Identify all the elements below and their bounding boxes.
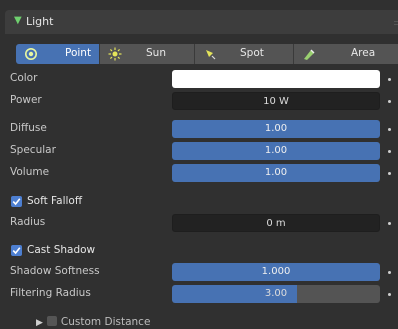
tab-point-label: Point bbox=[65, 47, 92, 59]
panel-header[interactable]: ▼ Light bbox=[5, 10, 398, 34]
panel-title: Light bbox=[26, 15, 54, 28]
custom-distance-subpanel[interactable]: ▶ Custom Distance bbox=[36, 316, 150, 328]
sun-icon bbox=[108, 47, 122, 61]
filtering-radius-value: 3.00 bbox=[264, 288, 288, 299]
volume-slider[interactable]: 1.00 bbox=[172, 164, 380, 182]
checkmark-icon bbox=[12, 247, 21, 255]
filtering-radius-slider[interactable]: 3.00 bbox=[172, 285, 380, 303]
keyframe-dot-volume[interactable] bbox=[388, 172, 391, 175]
specular-slider[interactable]: 1.00 bbox=[172, 142, 380, 160]
light-properties-panel: ▼ Light Point Sun Spot Area Color Power … bbox=[0, 0, 398, 329]
tab-area[interactable]: Area bbox=[294, 44, 398, 64]
power-label: Power bbox=[10, 94, 42, 106]
cast-shadow-checkbox[interactable] bbox=[11, 245, 22, 256]
point-light-icon bbox=[25, 48, 37, 60]
area-light-icon bbox=[304, 49, 315, 60]
diffuse-slider[interactable]: 1.00 bbox=[172, 120, 380, 138]
keyframe-dot-diffuse[interactable] bbox=[388, 128, 391, 131]
checkmark-icon bbox=[12, 198, 21, 206]
expand-triangle-icon[interactable]: ▶ bbox=[36, 318, 43, 328]
custom-distance-checkbox[interactable] bbox=[46, 316, 57, 326]
keyframe-dot-specular[interactable] bbox=[388, 150, 391, 153]
radius-label: Radius bbox=[10, 216, 46, 228]
tab-area-label: Area bbox=[351, 47, 376, 59]
drag-grip-icon[interactable] bbox=[394, 21, 398, 25]
color-label: Color bbox=[10, 72, 38, 84]
cast-shadow-label: Cast Shadow bbox=[27, 244, 96, 256]
keyframe-dot-power[interactable] bbox=[388, 100, 391, 103]
keyframe-dot-filtering-radius[interactable] bbox=[388, 293, 391, 296]
volume-label: Volume bbox=[10, 166, 50, 178]
keyframe-dot-radius[interactable] bbox=[388, 222, 391, 225]
tab-sun[interactable]: Sun bbox=[100, 44, 195, 64]
tab-sun-label: Sun bbox=[146, 47, 166, 59]
keyframe-dot-shadow-softness[interactable] bbox=[388, 271, 391, 274]
shadow-softness-label: Shadow Softness bbox=[10, 265, 100, 277]
filtering-radius-label: Filtering Radius bbox=[10, 287, 91, 299]
color-swatch[interactable] bbox=[172, 70, 380, 88]
tab-spot[interactable]: Spot bbox=[195, 44, 294, 64]
diffuse-label: Diffuse bbox=[10, 122, 47, 134]
radius-field[interactable]: 0 m bbox=[172, 214, 380, 232]
light-type-selector: Point Sun Spot Area bbox=[16, 44, 398, 64]
tab-spot-label: Spot bbox=[240, 47, 264, 59]
shadow-softness-slider[interactable]: 1.000 bbox=[172, 263, 380, 281]
soft-falloff-checkbox[interactable] bbox=[11, 196, 22, 207]
tab-point[interactable]: Point bbox=[16, 44, 100, 64]
specular-label: Specular bbox=[10, 144, 56, 156]
soft-falloff-label: Soft Falloff bbox=[27, 195, 83, 207]
collapse-triangle-icon[interactable]: ▼ bbox=[14, 15, 22, 26]
keyframe-dot-color[interactable] bbox=[388, 78, 391, 81]
power-field[interactable]: 10 W bbox=[172, 92, 380, 110]
custom-distance-label: Custom Distance bbox=[60, 316, 151, 328]
spot-light-icon bbox=[206, 50, 216, 60]
